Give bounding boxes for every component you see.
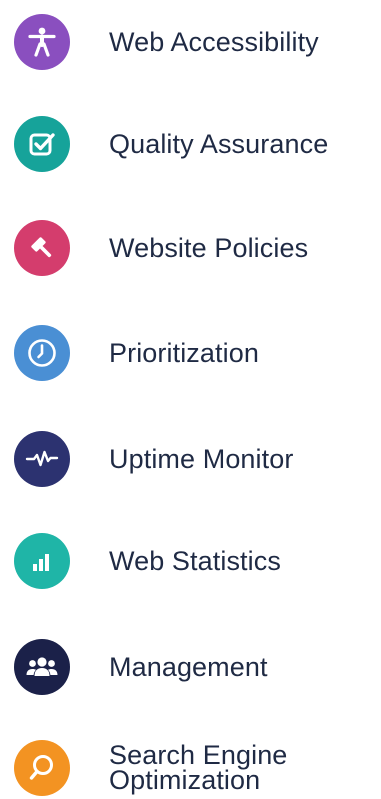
feature-item-web-statistics[interactable]: Web Statistics xyxy=(14,533,374,589)
users-group-icon xyxy=(14,639,70,695)
feature-label: Web Statistics xyxy=(109,546,281,576)
feature-list: Web Accessibility Quality Assurance Webs… xyxy=(0,0,381,799)
bar-chart-icon xyxy=(14,533,70,589)
feature-item-prioritization[interactable]: Prioritization xyxy=(14,325,374,381)
clock-icon xyxy=(14,325,70,381)
feature-label: Quality Assurance xyxy=(109,129,329,159)
gavel-icon xyxy=(14,220,70,276)
feature-item-search-engine-optimization[interactable]: Search Engine Optimization xyxy=(14,740,374,796)
magnifier-icon xyxy=(14,740,70,796)
feature-item-quality-assurance[interactable]: Quality Assurance xyxy=(14,116,374,172)
feature-label: Prioritization xyxy=(109,338,259,368)
heartbeat-pulse-icon xyxy=(14,431,70,487)
feature-label: Management xyxy=(109,652,268,682)
feature-label: Search Engine Optimization xyxy=(109,740,288,795)
accessibility-person-icon xyxy=(14,14,70,70)
checkbox-check-icon xyxy=(14,116,70,172)
feature-label: Website Policies xyxy=(109,233,309,263)
feature-item-web-accessibility[interactable]: Web Accessibility xyxy=(14,14,374,70)
feature-label: Uptime Monitor xyxy=(109,444,294,474)
feature-label: Web Accessibility xyxy=(109,27,319,57)
feature-item-management[interactable]: Management xyxy=(14,639,374,695)
feature-item-uptime-monitor[interactable]: Uptime Monitor xyxy=(14,431,374,487)
feature-item-website-policies[interactable]: Website Policies xyxy=(14,220,374,276)
